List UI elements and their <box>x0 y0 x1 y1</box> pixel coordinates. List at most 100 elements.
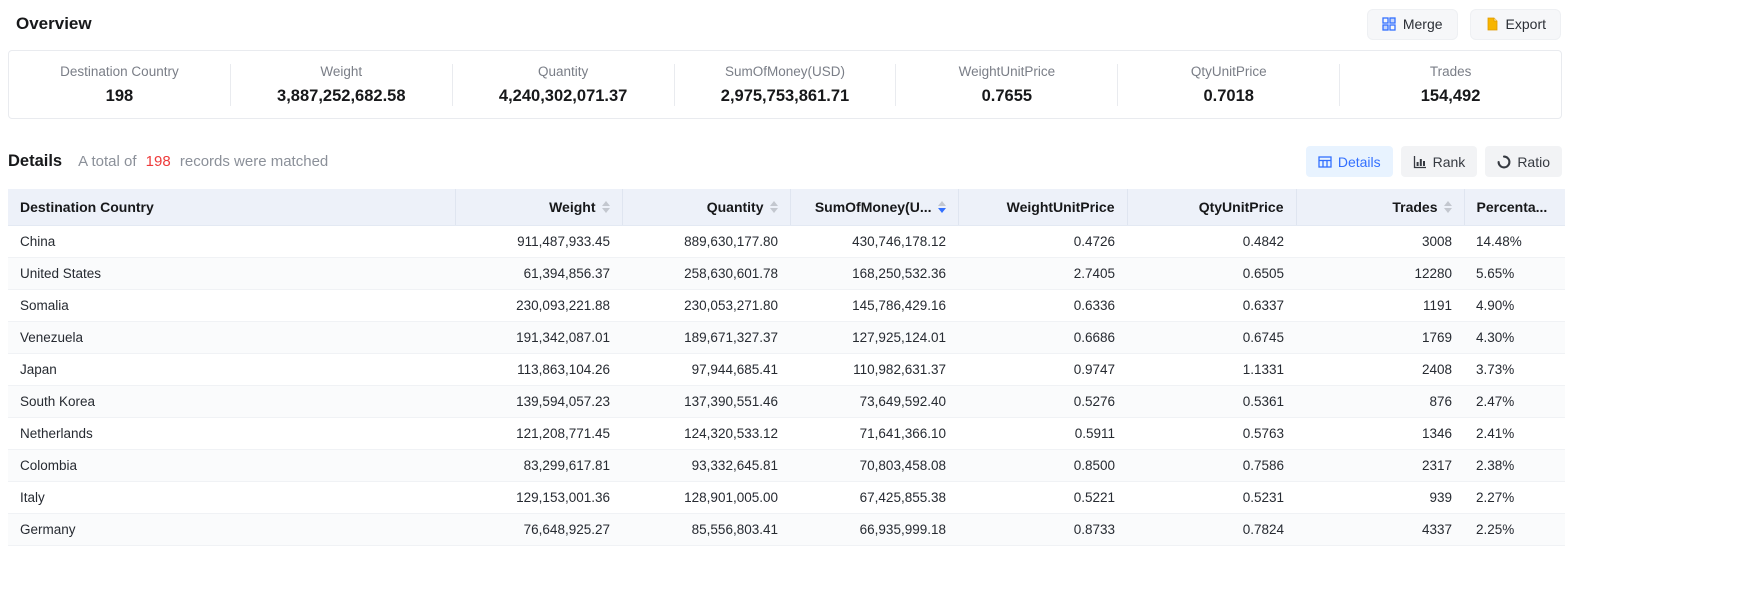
cell-percentage: 14.48% <box>1464 226 1565 258</box>
table-row: China911,487,933.45889,630,177.80430,746… <box>8 226 1565 258</box>
table-row: Venezuela191,342,087.01189,671,327.37127… <box>8 322 1565 354</box>
stat-sumofmoney-usd: SumOfMoney(USD)2,975,753,861.71 <box>675 64 897 106</box>
stat-value: 2,975,753,861.71 <box>721 87 849 106</box>
cell-destination-country: Somalia <box>8 290 455 322</box>
stat-label: Destination Country <box>60 64 179 79</box>
cell-quantity: 258,630,601.78 <box>622 258 790 290</box>
summary-prefix: A total of <box>78 153 136 170</box>
table-row: Italy129,153,001.36128,901,005.0067,425,… <box>8 482 1565 514</box>
column-label: WeightUnitPrice <box>1007 199 1115 215</box>
cell-quantity: 128,901,005.00 <box>622 482 790 514</box>
column-header-quantity[interactable]: Quantity <box>622 189 790 226</box>
sort-icon <box>770 201 778 213</box>
export-icon <box>1485 17 1499 31</box>
cell-weight: 61,394,856.37 <box>455 258 622 290</box>
cell-quantity: 137,390,551.46 <box>622 386 790 418</box>
cell-weight: 911,487,933.45 <box>455 226 622 258</box>
stat-value: 154,492 <box>1421 87 1481 106</box>
column-label: Quantity <box>707 199 764 215</box>
view-tab-details[interactable]: Details <box>1306 146 1393 177</box>
column-header-weight[interactable]: Weight <box>455 189 622 226</box>
cell-weight-unit-price: 0.6336 <box>958 290 1127 322</box>
records-summary: A total of 198 records were matched <box>78 153 328 170</box>
cell-weight-unit-price: 0.9747 <box>958 354 1127 386</box>
cell-weight: 121,208,771.45 <box>455 418 622 450</box>
table-row: United States61,394,856.37258,630,601.78… <box>8 258 1565 290</box>
cell-percentage: 2.25% <box>1464 514 1565 546</box>
merge-button[interactable]: Merge <box>1367 9 1458 40</box>
cell-qty-unit-price: 0.6337 <box>1127 290 1296 322</box>
cell-percentage: 5.65% <box>1464 258 1565 290</box>
cell-sum-of-money: 71,641,366.10 <box>790 418 958 450</box>
stat-label: Weight <box>320 64 362 79</box>
export-button[interactable]: Export <box>1470 9 1561 40</box>
column-header-percentage: Percenta... <box>1464 189 1565 226</box>
merge-icon <box>1382 17 1396 31</box>
cell-destination-country: Netherlands <box>8 418 455 450</box>
cell-sum-of-money: 145,786,429.16 <box>790 290 958 322</box>
stat-label: QtyUnitPrice <box>1191 64 1267 79</box>
records-count: 198 <box>146 153 171 170</box>
table-row: Netherlands121,208,771.45124,320,533.127… <box>8 418 1565 450</box>
column-label: Percenta... <box>1477 199 1548 215</box>
cell-trades: 876 <box>1296 386 1464 418</box>
cell-destination-country: Japan <box>8 354 455 386</box>
column-label: Destination Country <box>20 199 154 215</box>
stat-value: 198 <box>106 87 134 106</box>
cell-qty-unit-price: 0.6505 <box>1127 258 1296 290</box>
column-header-trades[interactable]: Trades <box>1296 189 1464 226</box>
stat-destination-country: Destination Country 198 <box>9 64 231 106</box>
tab-label: Ratio <box>1517 154 1550 170</box>
cell-sum-of-money: 127,925,124.01 <box>790 322 958 354</box>
view-tab-rank[interactable]: Rank <box>1401 146 1478 177</box>
export-button-label: Export <box>1506 16 1546 32</box>
sort-icon <box>1444 201 1452 213</box>
cell-weight-unit-price: 0.5911 <box>958 418 1127 450</box>
table-row: South Korea139,594,057.23137,390,551.467… <box>8 386 1565 418</box>
cell-weight: 83,299,617.81 <box>455 450 622 482</box>
cell-sum-of-money: 70,803,458.08 <box>790 450 958 482</box>
cell-sum-of-money: 73,649,592.40 <box>790 386 958 418</box>
table-row: Colombia83,299,617.8193,332,645.8170,803… <box>8 450 1565 482</box>
cell-quantity: 93,332,645.81 <box>622 450 790 482</box>
cell-sum-of-money: 67,425,855.38 <box>790 482 958 514</box>
view-tabs: Details Rank Ratio <box>1306 146 1562 177</box>
stat-quantity: Quantity4,240,302,071.37 <box>453 64 675 106</box>
topbar-actions: Merge Export <box>1367 9 1561 40</box>
table-row: Germany76,648,925.2785,556,803.4166,935,… <box>8 514 1565 546</box>
table-header-row: Destination Country Weight Quantity SumOfMo… <box>8 189 1565 226</box>
cell-trades: 3008 <box>1296 226 1464 258</box>
stat-label: Quantity <box>538 64 588 79</box>
table-icon <box>1318 155 1332 169</box>
cell-destination-country: United States <box>8 258 455 290</box>
cell-percentage: 2.41% <box>1464 418 1565 450</box>
cell-destination-country: Italy <box>8 482 455 514</box>
cell-sum-of-money: 168,250,532.36 <box>790 258 958 290</box>
stat-weightunitprice: WeightUnitPrice 0.7655 <box>896 64 1118 106</box>
cell-quantity: 85,556,803.41 <box>622 514 790 546</box>
cell-trades: 2408 <box>1296 354 1464 386</box>
stat-trades: Trades154,492 <box>1340 64 1561 106</box>
stat-value: 0.7655 <box>982 87 1032 106</box>
column-header-qty-unit-price: QtyUnitPrice <box>1127 189 1296 226</box>
cell-percentage: 2.47% <box>1464 386 1565 418</box>
cell-weight: 139,594,057.23 <box>455 386 622 418</box>
cell-percentage: 2.27% <box>1464 482 1565 514</box>
overview-stats-bar: Destination Country 198 Weight 3,887,252,68… <box>8 50 1562 119</box>
sort-icon <box>938 201 946 213</box>
ratio-icon <box>1497 155 1511 169</box>
cell-quantity: 230,053,271.80 <box>622 290 790 322</box>
stat-value: 3,887,252,682.58 <box>277 87 405 106</box>
details-title: Details <box>8 152 62 171</box>
tab-label: Details <box>1338 154 1381 170</box>
stat-label: WeightUnitPrice <box>959 64 1056 79</box>
cell-sum-of-money: 110,982,631.37 <box>790 354 958 386</box>
cell-weight-unit-price: 0.8733 <box>958 514 1127 546</box>
view-tab-ratio[interactable]: Ratio <box>1485 146 1562 177</box>
column-header-sum-of-money[interactable]: SumOfMoney(U... <box>790 189 958 226</box>
cell-destination-country: Germany <box>8 514 455 546</box>
stat-value: 0.7018 <box>1203 87 1253 106</box>
cell-sum-of-money: 430,746,178.12 <box>790 226 958 258</box>
cell-weight: 129,153,001.36 <box>455 482 622 514</box>
cell-trades: 1346 <box>1296 418 1464 450</box>
